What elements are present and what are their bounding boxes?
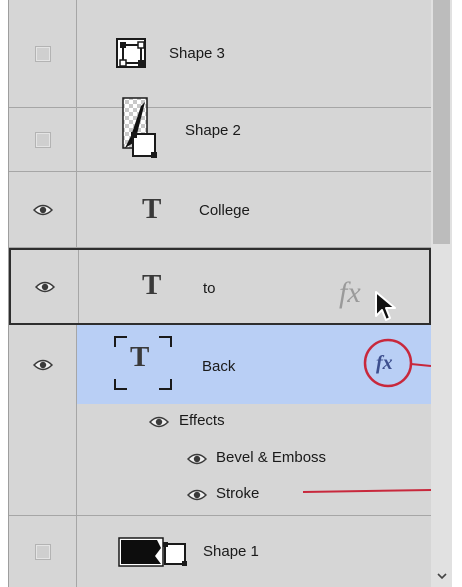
scroll-down-arrow-icon[interactable] bbox=[431, 565, 452, 587]
annotation-overlay bbox=[302, 338, 431, 493]
fx-highlight-circle bbox=[363, 338, 413, 388]
vertical-scrollbar[interactable] bbox=[431, 0, 452, 587]
annotation-line bbox=[410, 363, 431, 367]
annotation-line bbox=[302, 489, 431, 493]
layers-panel: Shape 3 Shape 2 T College T to fx T Back… bbox=[8, 0, 432, 587]
scroll-thumb[interactable] bbox=[433, 0, 450, 244]
